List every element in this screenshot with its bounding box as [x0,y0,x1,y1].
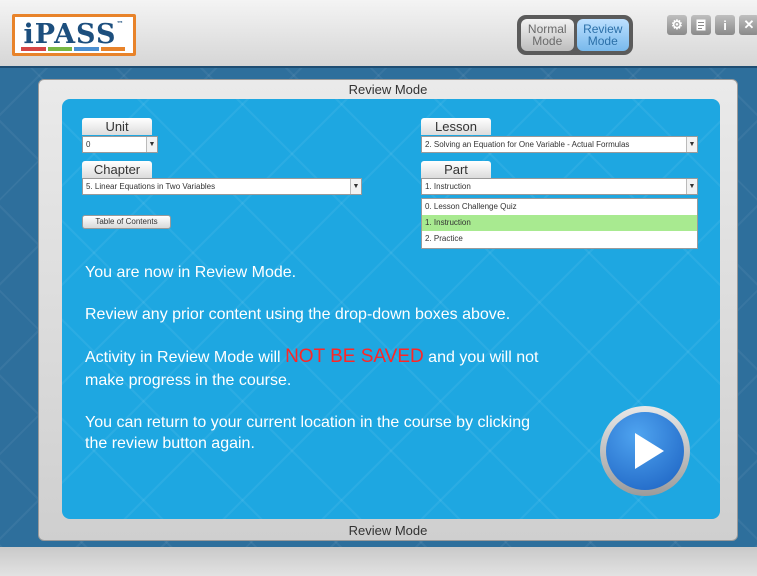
message-no-progress: make progress in the course. [85,372,292,389]
review-mode-button[interactable]: Review Mode [576,19,629,51]
unit-select-value: 0 [86,140,91,149]
lesson-label: Lesson [421,118,491,135]
logo-stripes [21,47,127,51]
chapter-select-value: 5. Linear Equations in Two Variables [86,182,216,191]
part-dropdown-list: 0. Lesson Challenge Quiz 1. Instruction … [421,198,698,249]
play-icon [606,412,684,490]
unit-select[interactable]: 0 ▼ [82,136,158,153]
chevron-down-icon: ▼ [686,179,697,194]
part-option[interactable]: 1. Instruction [422,215,697,231]
panel-footer: Review Mode [348,523,428,538]
message-review-prior: Review any prior content using the drop-… [85,306,511,323]
close-icon[interactable]: ✕ [739,15,757,35]
message-return-cont: the review button again. [85,435,255,452]
message-review-mode: You are now in Review Mode. [85,264,297,281]
mode-toggle: Normal Mode Review Mode [517,15,633,55]
message-return: You can return to your current location … [85,414,530,431]
unit-label: Unit [82,118,152,135]
part-label: Part [421,161,491,178]
ipass-logo: iPASS™ [12,14,136,56]
notepad-icon[interactable] [691,15,711,35]
chevron-down-icon: ▼ [686,137,697,152]
info-icon[interactable]: i [715,15,735,35]
panel-title: Review Mode [348,82,428,97]
logo-text: iPASS™ [23,19,125,50]
lesson-select-value: 2. Solving an Equation for One Variable … [425,140,630,149]
gear-icon[interactable]: ⚙ [667,15,687,35]
table-of-contents-button[interactable]: Table of Contents [82,215,171,229]
message-not-saved-post: and you will not [423,349,539,366]
trademark-mark: ™ [116,19,125,28]
message-not-saved-pre: Activity in Review Mode will [85,349,286,366]
normal-mode-button[interactable]: Normal Mode [521,19,574,51]
play-button[interactable] [600,406,690,496]
message-not-saved: Activity in Review Mode will NOT BE SAVE… [85,347,538,368]
part-option[interactable]: 2. Practice [422,231,697,247]
part-option[interactable]: 0. Lesson Challenge Quiz [422,199,697,215]
part-select[interactable]: 1. Instruction ▼ [421,178,698,195]
part-select-value: 1. Instruction [425,182,471,191]
chapter-select[interactable]: 5. Linear Equations in Two Variables ▼ [82,178,362,195]
lesson-select[interactable]: 2. Solving an Equation for One Variable … [421,136,698,153]
chapter-label: Chapter [82,161,152,178]
header-icon-group: ⚙ i ✕ [667,15,757,35]
chevron-down-icon: ▼ [350,179,361,194]
not-saved-warning: NOT BE SAVED [285,346,424,367]
chevron-down-icon: ▼ [146,137,157,152]
top-bar: iPASS™ Normal Mode Review Mode ⚙ i ✕ [0,0,757,66]
bottom-bar [0,547,757,576]
